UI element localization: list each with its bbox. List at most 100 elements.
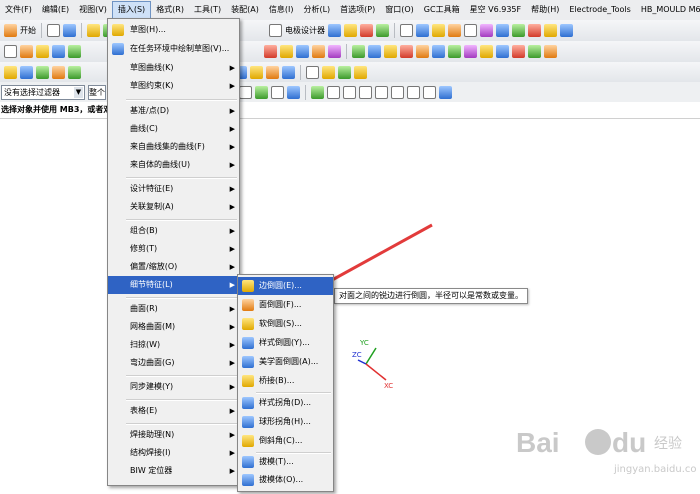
detail-feature-submenu: 边倒圆(E)... 面倒圆(F)... 软倒圆(S)... 样式倒圆(Y)...… [237,274,334,492]
y-axis-line [365,347,377,365]
submenu-item-label: 拔模(T)... [259,457,294,466]
menu-item-design-feature[interactable]: 设计特征(E) ▶ [108,180,239,198]
baidu-watermark: Bai du 经验 jingyan.baidu.com [516,412,700,482]
menu-divider [126,177,237,179]
z-axis-label: ZC [352,351,362,359]
chamfer-icon [242,435,254,447]
submenu-arrow-icon: ▶ [229,125,235,133]
menu-item-biw-locator[interactable]: BIW 定位器 ▶ [108,462,239,480]
styled-corner-icon [242,397,254,409]
submenu-arrow-icon: ▶ [229,431,235,439]
menu-item-label: 扫掠(W) [130,340,161,349]
submenu-item-soft-blend[interactable]: 软倒圆(S)... [238,315,333,333]
menu-item-label: 关联复制(A) [130,202,174,211]
menu-item-combine[interactable]: 组合(B) ▶ [108,222,239,240]
menu-item-label: 曲线(C) [130,124,158,133]
submenu-arrow-icon: ▶ [229,467,235,475]
x-axis-line [365,363,387,381]
y-axis-label: YC [359,339,369,347]
menu-item-label: 曲面(R) [130,304,158,313]
submenu-item-label: 样式拐角(D)... [259,398,312,407]
wcs-triad: YC ZC XC [340,330,410,400]
menu-item-label: 设计特征(E) [130,184,174,193]
watermark-url: jingyan.baidu.com [613,464,696,475]
menu-item-label: 网格曲面(M) [130,322,176,331]
edge-blend-icon [242,280,254,292]
menu-item-label: 来自体的曲线(U) [130,160,191,169]
watermark-brand-2: du [612,427,646,458]
menu-item-label: 结构焊接(I) [130,448,171,457]
submenu-item-aesthetic-face-blend[interactable]: 美学面倒圆(A)... [238,353,333,371]
x-axis-label: XC [384,382,393,390]
menu-item-offset-scale[interactable]: 偏置/缩放(O) ▶ [108,258,239,276]
tooltip: 对面之间的锐边进行倒圆，半径可以是常数或变量。 [334,288,528,304]
menu-divider [126,99,237,101]
menu-item-label: BIW 定位器 [130,466,173,475]
submenu-arrow-icon: ▶ [229,383,235,391]
aesthetic-face-blend-icon [242,356,254,368]
menu-item-sweep[interactable]: 扫掠(W) ▶ [108,336,239,354]
menu-item-label: 基准/点(D) [130,106,170,115]
menu-item-label: 草图约束(K) [130,81,174,90]
menu-item-label: 偏置/缩放(O) [130,262,178,271]
menu-item-label: 表格(E) [130,406,158,415]
submenu-item-label: 桥接(B)... [259,376,295,385]
submenu-item-edge-blend[interactable]: 边倒圆(E)... [238,277,333,295]
submenu-arrow-icon: ▶ [229,281,235,289]
menu-item-mesh-surface[interactable]: 网格曲面(M) ▶ [108,318,239,336]
menu-item-sketch-in-task[interactable]: 在任务环境中绘制草图(V)... [108,40,239,58]
submenu-item-styled-blend[interactable]: 样式倒圆(Y)... [238,334,333,352]
submenu-arrow-icon: ▶ [229,203,235,211]
menu-divider [126,297,237,299]
menu-item-label: 在任务环境中绘制草图(V)... [130,44,230,53]
menu-divider [126,375,237,377]
submenu-arrow-icon: ▶ [229,107,235,115]
menu-item-synchronous-modeling[interactable]: 同步建模(Y) ▶ [108,378,239,396]
menu-item-label: 弯边曲面(G) [130,358,175,367]
bridge-icon [242,375,254,387]
submenu-item-draft[interactable]: 拔模(T)... [238,453,333,471]
menu-item-sketch[interactable]: 草图(H)... [108,21,239,39]
submenu-arrow-icon: ▶ [229,449,235,457]
spherical-corner-icon [242,416,254,428]
menu-item-detail-feature[interactable]: 细节特征(L) ▶ [108,276,239,294]
submenu-arrow-icon: ▶ [229,82,235,90]
menu-item-curve-from-body[interactable]: 来自体的曲线(U) ▶ [108,156,239,174]
menu-item-label: 来自曲线集的曲线(F) [130,142,205,151]
menu-item-label: 同步建模(Y) [130,382,174,391]
submenu-item-styled-corner[interactable]: 样式拐角(D)... [238,394,333,412]
submenu-item-label: 球形拐角(H)... [259,417,311,426]
menu-item-datum-point[interactable]: 基准/点(D) ▶ [108,102,239,120]
menu-item-table[interactable]: 表格(E) ▶ [108,402,239,420]
menu-item-associative-copy[interactable]: 关联复制(A) ▶ [108,198,239,216]
menu-item-weld-assistant[interactable]: 焊接助理(N) ▶ [108,426,239,444]
submenu-item-draft-body[interactable]: 拔模体(O)... [238,471,333,489]
submenu-arrow-icon: ▶ [229,323,235,331]
menu-item-label: 草图曲线(K) [130,63,174,72]
menu-divider [126,423,237,425]
submenu-item-chamfer[interactable]: 倒斜角(C)... [238,432,333,450]
submenu-arrow-icon: ▶ [229,185,235,193]
submenu-item-bridge[interactable]: 桥接(B)... [238,372,333,390]
menu-item-label: 焊接助理(N) [130,430,175,439]
tooltip-text: 对面之间的锐边进行倒圆，半径可以是常数或变量。 [339,291,523,300]
insert-menu: 草图(H)... 在任务环境中绘制草图(V)... 草图曲线(K) ▶ 草图约束… [107,18,240,486]
submenu-item-label: 软倒圆(S)... [259,319,302,328]
watermark-brand: Bai [516,427,560,458]
paw-icon [585,429,611,455]
menu-item-curve[interactable]: 曲线(C) ▶ [108,120,239,138]
menu-item-derived-curve[interactable]: 来自曲线集的曲线(F) ▶ [108,138,239,156]
submenu-item-face-blend[interactable]: 面倒圆(F)... [238,296,333,314]
menu-item-sketch-curve[interactable]: 草图曲线(K) ▶ [108,59,239,77]
menu-item-structure-weld[interactable]: 结构焊接(I) ▶ [108,444,239,462]
menu-item-label: 草图(H)... [130,25,166,34]
submenu-item-spherical-corner[interactable]: 球形拐角(H)... [238,413,333,431]
submenu-arrow-icon: ▶ [229,143,235,151]
draft-body-icon [242,474,254,486]
menu-item-trim[interactable]: 修剪(T) ▶ [108,240,239,258]
menu-item-flange-surface[interactable]: 弯边曲面(G) ▶ [108,354,239,372]
submenu-item-label: 倒斜角(C)... [259,436,303,445]
styled-blend-icon [242,337,254,349]
menu-item-surface[interactable]: 曲面(R) ▶ [108,300,239,318]
menu-item-sketch-constraint[interactable]: 草图约束(K) ▶ [108,77,239,95]
